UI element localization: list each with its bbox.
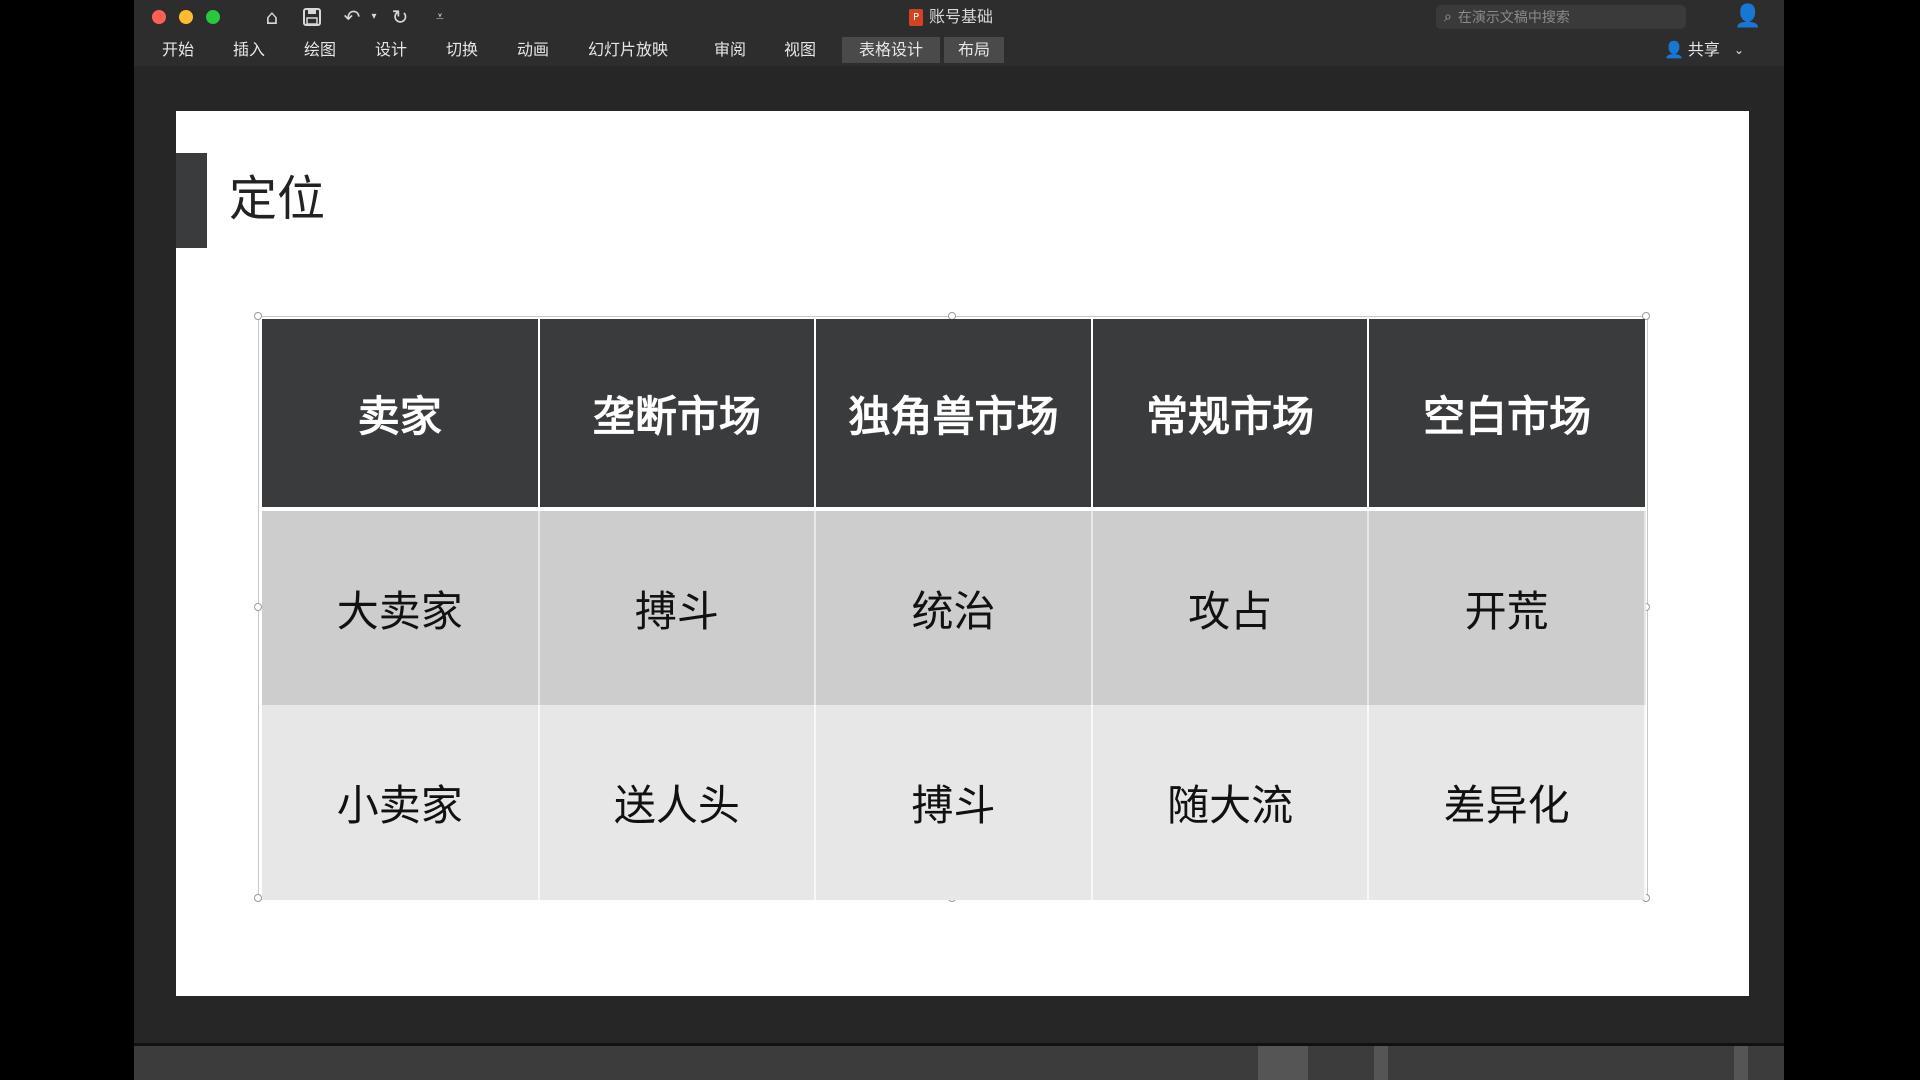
home-icon[interactable]: ⌂: [258, 4, 286, 30]
table-cell[interactable]: 差异化: [1368, 705, 1646, 900]
maximize-window-button[interactable]: [206, 10, 220, 24]
search-box[interactable]: ⌕ 在演示文稿中搜索: [1436, 5, 1686, 29]
table-cell[interactable]: 随大流: [1091, 705, 1370, 900]
table-cell[interactable]: 统治: [815, 509, 1093, 705]
tab-animations[interactable]: 动画: [507, 37, 559, 63]
table-row: 小卖家 送人头 搏斗 随大流 差异化: [262, 705, 1646, 900]
powerpoint-file-icon: P: [909, 8, 923, 26]
document-title: P 账号基础: [909, 6, 1059, 28]
resize-handle-top-left[interactable]: [254, 312, 262, 320]
title-accent-bar: [176, 153, 207, 248]
tab-draw[interactable]: 绘图: [294, 37, 346, 63]
table-cell[interactable]: 小卖家: [262, 705, 540, 900]
status-control[interactable]: [1258, 1046, 1308, 1080]
table-cell[interactable]: 开荒: [1368, 509, 1646, 705]
minimize-window-button[interactable]: [179, 10, 193, 24]
close-window-button[interactable]: [152, 10, 166, 24]
status-bar: [134, 1046, 1784, 1080]
add-person-icon: 👤: [1664, 40, 1684, 59]
ribbon-tabs: 开始 插入 绘图 设计 切换 动画 幻灯片放映 审阅 视图 表格设计 布局 👤 …: [134, 34, 1784, 66]
status-control[interactable]: [1734, 1046, 1748, 1080]
resize-handle-left[interactable]: [254, 603, 262, 611]
market-position-table[interactable]: 卖家 垄断市场 独角兽市场 常规市场 空白市场 大卖家 搏斗 统治 攻占 开荒 …: [262, 319, 1646, 900]
search-icon: ⌕: [1444, 9, 1452, 25]
search-input[interactable]: 在演示文稿中搜索: [1458, 7, 1570, 27]
tab-layout[interactable]: 布局: [944, 37, 1005, 63]
table-header-cell[interactable]: 常规市场: [1091, 319, 1370, 511]
resize-handle-bottom-left[interactable]: [254, 894, 262, 902]
table-cell[interactable]: 送人头: [538, 705, 817, 900]
title-bar: ⌂ ↶ ▾ ↻ ⩡ P 账号基础 ⌕ 在演示文稿中搜索 👤: [134, 0, 1784, 34]
table-header-cell[interactable]: 卖家: [262, 319, 540, 511]
tab-view[interactable]: 视图: [774, 37, 826, 63]
table-header-cell[interactable]: 独角兽市场: [815, 319, 1093, 511]
table-cell[interactable]: 搏斗: [538, 509, 817, 705]
table-cell[interactable]: 大卖家: [262, 509, 540, 705]
undo-dropdown-icon[interactable]: ▾: [360, 4, 388, 30]
table-header-cell[interactable]: 空白市场: [1368, 319, 1645, 511]
share-button[interactable]: 👤 共享 ⌄: [1664, 37, 1744, 63]
redo-icon[interactable]: ↻: [386, 4, 414, 30]
share-label: 共享: [1687, 40, 1720, 59]
status-control[interactable]: [1374, 1046, 1388, 1080]
save-icon[interactable]: [298, 4, 326, 30]
table-row: 大卖家 搏斗 统治 攻占 开荒: [262, 509, 1646, 705]
slide-canvas[interactable]: 定位 卖家 垄断市场 独角兽市场 常规市场 空白市场 大卖家 搏斗 统治 攻占 …: [176, 111, 1749, 996]
table-header-row: 卖家 垄断市场 独角兽市场 常规市场 空白市场: [262, 319, 1645, 511]
account-icon[interactable]: 👤: [1734, 4, 1761, 30]
chevron-down-icon[interactable]: ⌄: [1734, 37, 1744, 63]
slide-title[interactable]: 定位: [229, 169, 325, 229]
tab-transitions[interactable]: 切换: [436, 37, 488, 63]
app-window: ⌂ ↶ ▾ ↻ ⩡ P 账号基础 ⌕ 在演示文稿中搜索 👤 开始 插入 绘图 设…: [134, 0, 1784, 1080]
table-cell[interactable]: 搏斗: [815, 705, 1093, 900]
tab-home[interactable]: 开始: [152, 37, 204, 63]
customize-toolbar-icon[interactable]: ⩡: [426, 4, 454, 30]
tab-review[interactable]: 审阅: [704, 37, 756, 63]
table-cell[interactable]: 攻占: [1091, 509, 1370, 705]
tab-design[interactable]: 设计: [365, 37, 417, 63]
tab-insert[interactable]: 插入: [223, 37, 275, 63]
document-title-text: 账号基础: [929, 7, 994, 26]
tab-table-design[interactable]: 表格设计: [842, 37, 941, 63]
table-header-cell[interactable]: 垄断市场: [538, 319, 817, 511]
tab-slideshow[interactable]: 幻灯片放映: [578, 37, 678, 63]
